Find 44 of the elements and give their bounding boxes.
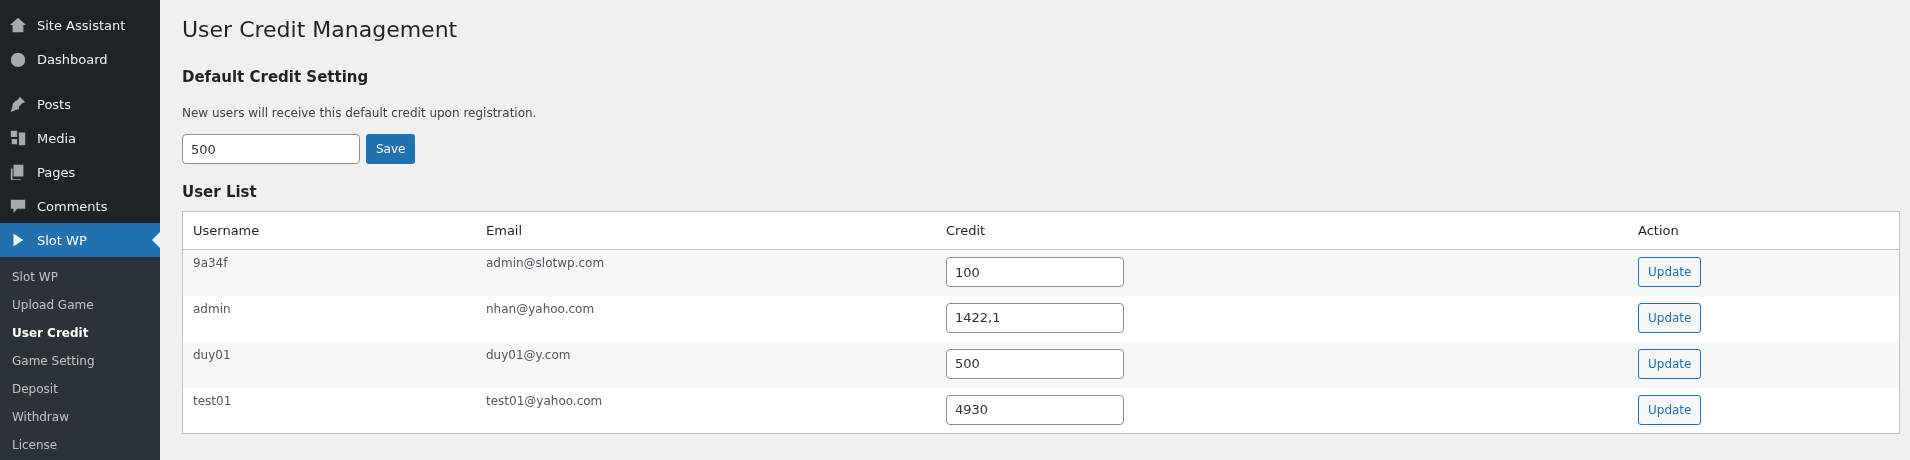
submenu-item[interactable]: Slot WP [0, 263, 160, 291]
sidebar-item[interactable]: Slot WP [0, 223, 160, 257]
sidebar-item[interactable]: Dashboard [0, 42, 160, 76]
table-cell: admin@slotwp.com [486, 256, 605, 270]
table-cell: duy01 [193, 347, 231, 362]
sidebar-item[interactable]: Pages [0, 155, 160, 189]
table-cell: duy01@y.com [486, 347, 571, 362]
table-cell: 9a34f [193, 256, 228, 270]
submenu-item[interactable]: Upload Game [0, 291, 160, 319]
submenu-item[interactable]: Game Setting [0, 347, 160, 375]
table-cell: nhan@yahoo.com [486, 301, 595, 316]
table-cell: admin [193, 301, 231, 316]
submenu-item[interactable]: User Credit [0, 319, 160, 347]
credit-input[interactable]: 4930 [946, 394, 1124, 425]
house-icon [9, 16, 27, 34]
update-button[interactable]: Update [1638, 348, 1702, 379]
description-text: New users will receive this default credit upon registration. [182, 106, 538, 120]
credit-input[interactable]: 500 [182, 134, 360, 164]
page-title: User Credit Management [182, 17, 459, 42]
sidebar-item[interactable]: Comments [0, 189, 160, 223]
table-cell: test01 [193, 393, 232, 408]
section-heading: User List [182, 183, 258, 201]
update-button[interactable]: Update [1638, 257, 1702, 287]
update-button[interactable]: Update [1638, 394, 1702, 425]
credit-input[interactable]: 500 [946, 348, 1124, 379]
column-header: Email [476, 211, 936, 250]
column-header: Action [1628, 211, 1900, 250]
sidebar-item[interactable]: Posts [0, 87, 160, 121]
credit-input[interactable]: 100 [946, 257, 1124, 287]
table-cell: test01@yahoo.com [486, 393, 603, 408]
submenu-item[interactable]: Withdraw [0, 403, 160, 431]
media-icon [9, 129, 27, 147]
credit-input[interactable]: 1422,1 [946, 302, 1124, 333]
pin-icon [9, 95, 27, 113]
update-button[interactable]: Update [1638, 302, 1702, 333]
save-button[interactable]: Save [366, 134, 416, 164]
sidebar-item[interactable]: Site Assistant [0, 8, 160, 42]
submenu-item[interactable]: Deposit [0, 375, 160, 403]
section-heading: Default Credit Setting [182, 68, 370, 86]
sidebar-item[interactable]: Media [0, 121, 160, 155]
submenu-item[interactable]: License [0, 431, 160, 459]
column-header: Credit [936, 211, 1628, 250]
column-header: Username [182, 211, 476, 250]
speech-bubble-icon [9, 197, 27, 215]
